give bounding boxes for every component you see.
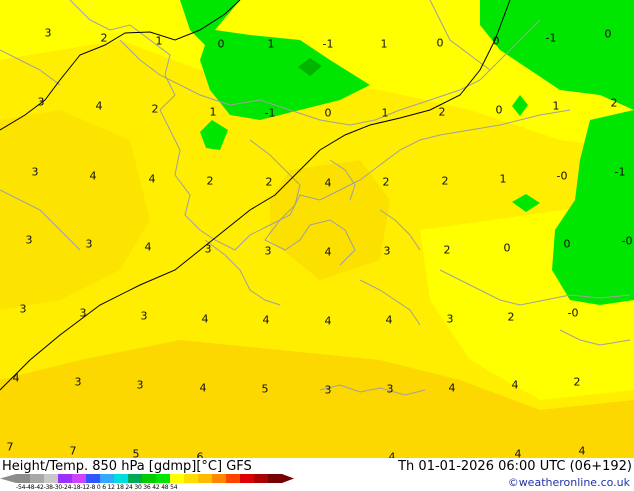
color-scale-swatch [212, 474, 226, 483]
isotherm-value-label: 3 [324, 383, 332, 397]
isotherm-value-label: 4 [324, 314, 332, 328]
isotherm-value-label: 1 [209, 105, 217, 119]
isotherm-value-label: 2 [507, 310, 515, 324]
valid-time: Th 01-01-2026 06:00 UTC (06+192) [398, 459, 632, 474]
isotherm-value-label: 0 [324, 106, 332, 120]
color-scale-swatch [86, 474, 100, 483]
color-scale-swatch [170, 474, 184, 483]
isotherm-value-label: 3 [386, 382, 394, 396]
color-scale-arrow-right [282, 474, 294, 483]
color-scale-swatch [268, 474, 282, 483]
isotherm-value-label: 4 [324, 176, 332, 190]
color-scale-swatch [16, 474, 30, 483]
isotherm-value-label: 2 [573, 375, 581, 389]
isotherm-value-label: 2 [382, 175, 390, 189]
isotherm-value-label: -0 [567, 306, 579, 320]
color-scale-swatch [72, 474, 86, 483]
color-scale-swatch [198, 474, 212, 483]
isotherm-value-label: 3 [383, 244, 391, 258]
isotherm-value-label: 4 [148, 172, 156, 186]
color-scale-swatch [58, 474, 72, 483]
color-scale-swatch [128, 474, 142, 483]
isotherm-value-label: 4 [199, 381, 207, 395]
isotherm-value-label: 3 [85, 237, 93, 251]
isotherm-value-label: 5 [132, 447, 140, 459]
isotherm-value-label: 4 [95, 99, 103, 113]
color-scale-swatch [240, 474, 254, 483]
isotherm-value-label: 5 [261, 382, 269, 396]
isotherm-value-label: 1 [381, 106, 389, 120]
isotherm-value-label: 1 [499, 172, 507, 186]
isotherm-value-label: 0 [503, 241, 511, 255]
isotherm-value-label: 0 [604, 27, 612, 41]
isotherm-value-label: -0 [556, 169, 568, 183]
isotherm-value-label: 4 [12, 371, 20, 385]
isotherm-value-label: 4 [262, 313, 270, 327]
isotherm-value-label: 3 [25, 233, 33, 247]
color-scale-swatch [30, 474, 44, 483]
isotherm-value-label: 1 [155, 34, 163, 48]
isotherm-value-label: 2 [100, 31, 108, 45]
isotherm-value-label: 4 [385, 313, 393, 327]
color-scale-swatch [156, 474, 170, 483]
color-scale-swatch [254, 474, 268, 483]
map-footer: Height/Temp. 850 hPa [gdmp][°C] GFS Th 0… [0, 458, 634, 491]
isotherm-value-label: 0 [436, 36, 444, 50]
weather-map: 3 2 1 0 1 -1 1 0 0 -1 0 3 4 2 1 -1 0 1 2 0 1 2 3 4 4 2 2 4 2 2 1 -0 -1 3 3… [0, 0, 634, 458]
isotherm-value-label: 4 [511, 378, 519, 392]
isotherm-value-label: 7 [6, 440, 14, 454]
color-scale-swatch [184, 474, 198, 483]
isotherm-value-label: 4 [578, 444, 586, 458]
isotherm-value-label: 4 [448, 381, 456, 395]
color-scale-bar [0, 474, 294, 483]
map-canvas [0, 0, 634, 458]
isotherm-value-label: 4 [514, 447, 522, 459]
isotherm-value-label: 3 [136, 378, 144, 392]
isotherm-value-label: -1 [264, 106, 276, 120]
credit-link[interactable]: ©weatheronline.co.uk [508, 476, 630, 489]
isotherm-value-label: 2 [443, 243, 451, 257]
color-scale-swatch [142, 474, 156, 483]
isotherm-value-label: -1 [322, 37, 334, 51]
isotherm-value-label: 3 [79, 306, 87, 320]
isotherm-value-label: -1 [614, 165, 626, 179]
color-scale-swatch [114, 474, 128, 483]
isotherm-value-label: 3 [74, 375, 82, 389]
color-scale-swatch [100, 474, 114, 483]
isotherm-value-label: 0 [563, 237, 571, 251]
isotherm-value-label: 2 [151, 102, 159, 116]
color-scale-swatch [226, 474, 240, 483]
isotherm-value-label: 2 [438, 105, 446, 119]
color-scale-arrow-left [0, 474, 16, 483]
isotherm-value-label: 3 [264, 244, 272, 258]
isotherm-value-label: 2 [610, 96, 618, 110]
isotherm-value-label: 2 [265, 175, 273, 189]
isotherm-value-label: 3 [31, 165, 39, 179]
isotherm-value-label: 4 [201, 312, 209, 326]
isotherm-value-label: 3 [204, 242, 212, 256]
isotherm-value-label: 3 [19, 302, 27, 316]
isotherm-value-label: 1 [380, 37, 388, 51]
isotherm-value-label: 3 [446, 312, 454, 326]
isotherm-value-label: 1 [267, 37, 275, 51]
map-title: Height/Temp. 850 hPa [gdmp][°C] GFS [2, 459, 252, 474]
isotherm-value-label: 4 [89, 169, 97, 183]
isotherm-value-label: 0 [217, 37, 225, 51]
isotherm-value-label: 3 [140, 309, 148, 323]
isotherm-value-label: 7 [69, 444, 77, 458]
color-scale-swatch [44, 474, 58, 483]
isotherm-value-label: 3 [44, 26, 52, 40]
isotherm-value-label: 1 [552, 99, 560, 113]
isotherm-value-label: 2 [441, 174, 449, 188]
isotherm-value-label: 0 [495, 103, 503, 117]
isotherm-value-label: 3 [37, 95, 45, 109]
isotherm-value-label: 2 [206, 174, 214, 188]
isotherm-value-label: -1 [545, 31, 557, 45]
isotherm-value-label: 0 [492, 34, 500, 48]
isotherm-value-label: 4 [144, 240, 152, 254]
isotherm-value-label: 4 [324, 245, 332, 259]
isotherm-value-label: -0 [621, 234, 633, 248]
